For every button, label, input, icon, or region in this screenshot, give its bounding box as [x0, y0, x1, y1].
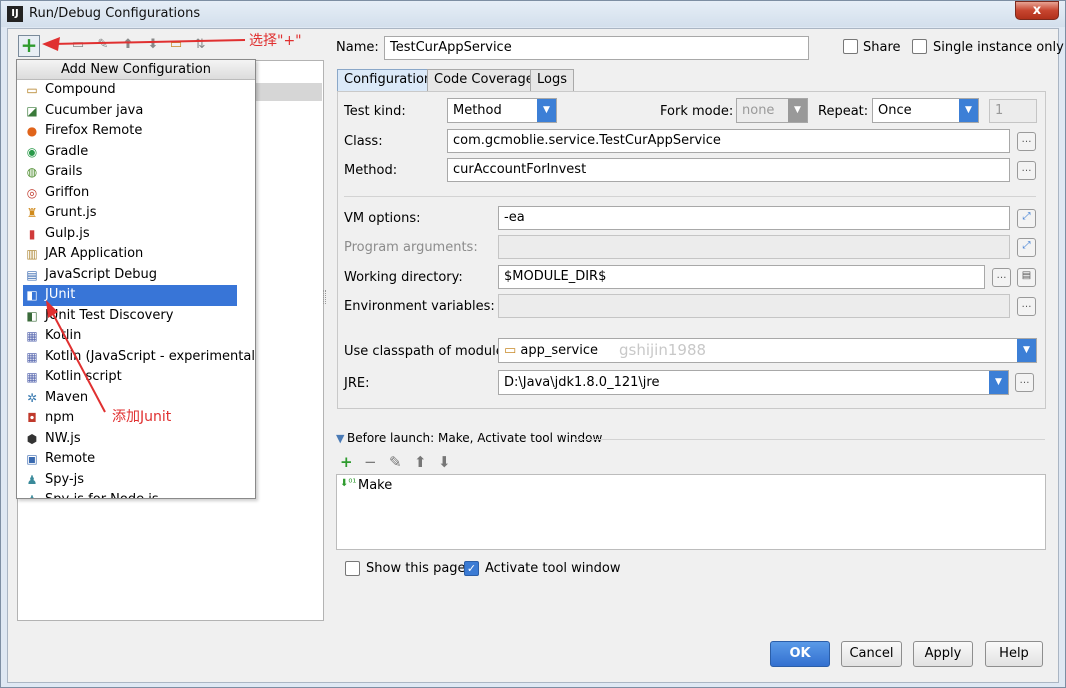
vm-options-label: VM options: — [344, 211, 421, 226]
annotation-add-junit: 添加Junit — [112, 409, 172, 425]
config-type-label: Spy-js — [45, 471, 85, 487]
vm-options-field[interactable]: -ea — [498, 206, 1010, 230]
method-label: Method: — [344, 163, 398, 178]
nwjs-icon: ⬢ — [26, 431, 38, 446]
make-task-item[interactable]: Make — [358, 478, 392, 493]
config-type-item[interactable]: ♟ Spy-js for Node.js — [17, 490, 255, 498]
program-arguments-label: Program arguments: — [344, 240, 478, 255]
name-label: Name: — [336, 40, 379, 55]
program-arguments-field[interactable] — [498, 235, 1010, 259]
jre-value: D:\Java\jdk1.8.0_121\jre — [504, 375, 660, 390]
classpath-module-label: Use classpath of module: — [344, 344, 509, 359]
spyjs-node-icon: ♟ — [25, 493, 39, 498]
repeat-count-field[interactable]: 1 — [989, 99, 1037, 123]
insert-macro-icon[interactable]: ▤ — [1017, 268, 1036, 287]
config-type-label: NW.js — [45, 430, 81, 446]
fork-mode-select[interactable]: none ▼ — [736, 98, 808, 123]
before-launch-separator — [575, 439, 1045, 440]
activate-tool-window-label: Activate tool window — [485, 561, 621, 576]
repeat-value: Once — [878, 103, 912, 118]
tree-selection-bg — [256, 83, 322, 101]
tab-code-coverage[interactable]: Code Coverage — [427, 69, 541, 91]
before-launch-label[interactable]: Before launch: Make, Activate tool windo… — [347, 431, 602, 445]
expand-icon[interactable]: ⤢ — [1017, 238, 1036, 257]
show-this-page-label: Show this page — [366, 561, 466, 576]
share-label: Share — [863, 40, 901, 55]
watermark: gshijin1988 — [619, 341, 707, 359]
module-folder-icon: ▭ — [504, 343, 521, 358]
spyjs-icon: ♟ — [26, 472, 38, 487]
repeat-label: Repeat: — [818, 104, 869, 119]
edit-task-icon[interactable]: ✎ — [389, 454, 402, 470]
move-task-down-icon[interactable]: ⬇ — [438, 454, 451, 470]
environment-variables-field[interactable] — [498, 294, 1010, 318]
single-instance-checkbox[interactable] — [912, 39, 927, 54]
classpath-module-value: app_service — [520, 343, 598, 358]
environment-variables-label: Environment variables: — [344, 299, 495, 314]
chevron-down-icon: ▼ — [537, 99, 556, 122]
tab-logs[interactable]: Logs — [530, 69, 574, 91]
add-task-icon[interactable]: + — [340, 454, 353, 470]
annotation-arrow-junit — [46, 300, 106, 413]
class-field[interactable]: com.gcmoblie.service.TestCurAppService — [447, 129, 1010, 153]
share-checkbox[interactable] — [843, 39, 858, 54]
name-field[interactable]: TestCurAppService — [384, 36, 809, 60]
tab-configuration[interactable]: Configuration — [337, 69, 440, 91]
classpath-module-select[interactable]: ▭ app_service gshijin1988 ▼ — [498, 338, 1037, 363]
test-kind-label: Test kind: — [344, 104, 406, 119]
repeat-select[interactable]: Once ▼ — [872, 98, 979, 123]
separator — [344, 196, 1036, 197]
make-icon: ⬇⁰¹ — [340, 478, 357, 489]
close-button[interactable]: x — [1015, 1, 1059, 20]
class-label: Class: — [344, 134, 383, 149]
config-type-item[interactable]: ⬢ NW.js — [17, 429, 255, 450]
class-browse-button[interactable]: … — [1017, 132, 1036, 151]
show-this-page-checkbox[interactable] — [345, 561, 360, 576]
collapse-arrow-icon[interactable]: ▼ — [336, 432, 344, 445]
annotation-select-plus: 选择"+" — [249, 33, 302, 49]
chevron-down-icon: ▼ — [788, 99, 807, 122]
ok-button[interactable]: OK — [770, 641, 830, 667]
jre-select[interactable]: D:\Java\jdk1.8.0_121\jre ▼ — [498, 370, 1009, 395]
chevron-down-icon: ▼ — [1017, 339, 1036, 362]
config-type-label: Spy-js for Node.js — [45, 492, 159, 498]
splitter-handle[interactable] — [323, 290, 326, 304]
fork-mode-label: Fork mode: — [660, 104, 734, 119]
before-launch-task-list[interactable]: ⬇⁰¹ Make — [336, 474, 1046, 550]
env-browse-button[interactable]: … — [1017, 297, 1036, 316]
apply-button[interactable]: Apply — [913, 641, 973, 667]
move-task-up-icon[interactable]: ⬆ — [414, 454, 427, 470]
activate-tool-window-checkbox[interactable]: ✓ — [464, 561, 479, 576]
working-directory-label: Working directory: — [344, 270, 463, 285]
chevron-down-icon: ▼ — [989, 371, 1008, 394]
remote-icon: ▣ — [26, 452, 38, 466]
config-type-item[interactable]: ♟ Spy-js — [17, 470, 255, 491]
chevron-down-icon: ▼ — [959, 99, 978, 122]
test-kind-select[interactable]: Method ▼ — [447, 98, 557, 123]
jre-browse-button[interactable]: … — [1015, 373, 1034, 392]
method-browse-button[interactable]: … — [1017, 161, 1036, 180]
single-instance-label: Single instance only — [933, 40, 1064, 55]
working-directory-field[interactable]: $MODULE_DIR$ — [498, 265, 985, 289]
test-kind-value: Method — [453, 103, 502, 118]
help-button[interactable]: Help — [985, 641, 1043, 667]
method-field[interactable]: curAccountForInvest — [447, 158, 1010, 182]
remove-task-icon[interactable]: − — [364, 454, 377, 470]
jre-label: JRE: — [344, 376, 370, 391]
config-type-label: Remote — [45, 451, 96, 466]
config-type-item[interactable]: ▣ Remote — [17, 449, 255, 470]
fork-mode-value: none — [742, 103, 775, 118]
cancel-button[interactable]: Cancel — [841, 641, 902, 667]
expand-icon[interactable]: ⤢ — [1017, 209, 1036, 228]
workdir-browse-button[interactable]: … — [992, 268, 1011, 287]
